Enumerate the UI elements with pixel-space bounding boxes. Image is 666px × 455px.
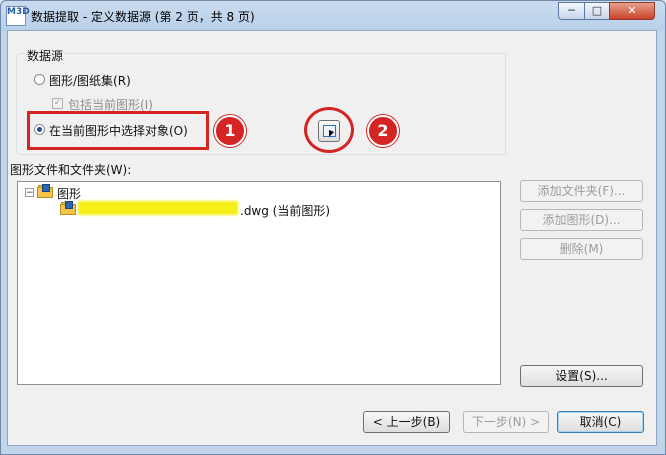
highlight-box (27, 111, 209, 150)
tree-root-label[interactable]: 图形 (57, 185, 81, 202)
add-folder-button[interactable]: 添加文件夹(F)... (520, 180, 643, 202)
add-drawing-button[interactable]: 添加图形(D)... (520, 209, 643, 231)
drawing-folder-icon (37, 184, 53, 198)
annotation-badge-2: 2 (367, 115, 399, 147)
redacted-path (78, 201, 238, 215)
delete-button[interactable]: 删除(M) (520, 238, 643, 260)
drawing-file-icon (60, 201, 76, 215)
back-button[interactable]: < 上一步(B) (363, 411, 450, 433)
files-label: 图形文件和文件夹(W): (10, 163, 132, 177)
title-bar[interactable]: M3D 数据提取 - 定义数据源 (第 2 页，共 8 页) ─ □ ✕ (1, 1, 665, 31)
files-tree[interactable]: − 图形 .dwg (当前图形) (17, 181, 501, 385)
maximize-button[interactable]: □ (584, 2, 610, 20)
app-icon-text: M3D (7, 7, 30, 17)
annotation-badge-1: 1 (214, 115, 246, 147)
radio-drawings-sheetset-label[interactable]: 图形/图纸集(R) (49, 72, 131, 89)
collapse-icon[interactable]: − (25, 188, 34, 198)
window-title: 数据提取 - 定义数据源 (第 2 页，共 8 页) (31, 10, 255, 24)
highlight-circle (304, 107, 354, 153)
close-button[interactable]: ✕ (609, 2, 655, 20)
minimize-button[interactable]: ─ (558, 2, 585, 20)
cancel-button[interactable]: 取消(C) (557, 411, 644, 433)
dialog-body: 数据源 图形/图纸集(R) ✓ 包括当前图形(I) 在当前图形中选择对象(O) … (7, 30, 657, 446)
settings-button[interactable]: 设置(S)... (520, 365, 643, 387)
include-current-checkbox[interactable]: ✓ (52, 98, 63, 109)
data-source-label: 数据源 (25, 47, 66, 64)
next-button[interactable]: 下一步(N) > (463, 411, 549, 433)
app-icon: M3D (6, 6, 30, 26)
tree-child-label[interactable]: .dwg (当前图形) (240, 202, 330, 219)
radio-drawings-sheetset[interactable] (34, 74, 45, 85)
